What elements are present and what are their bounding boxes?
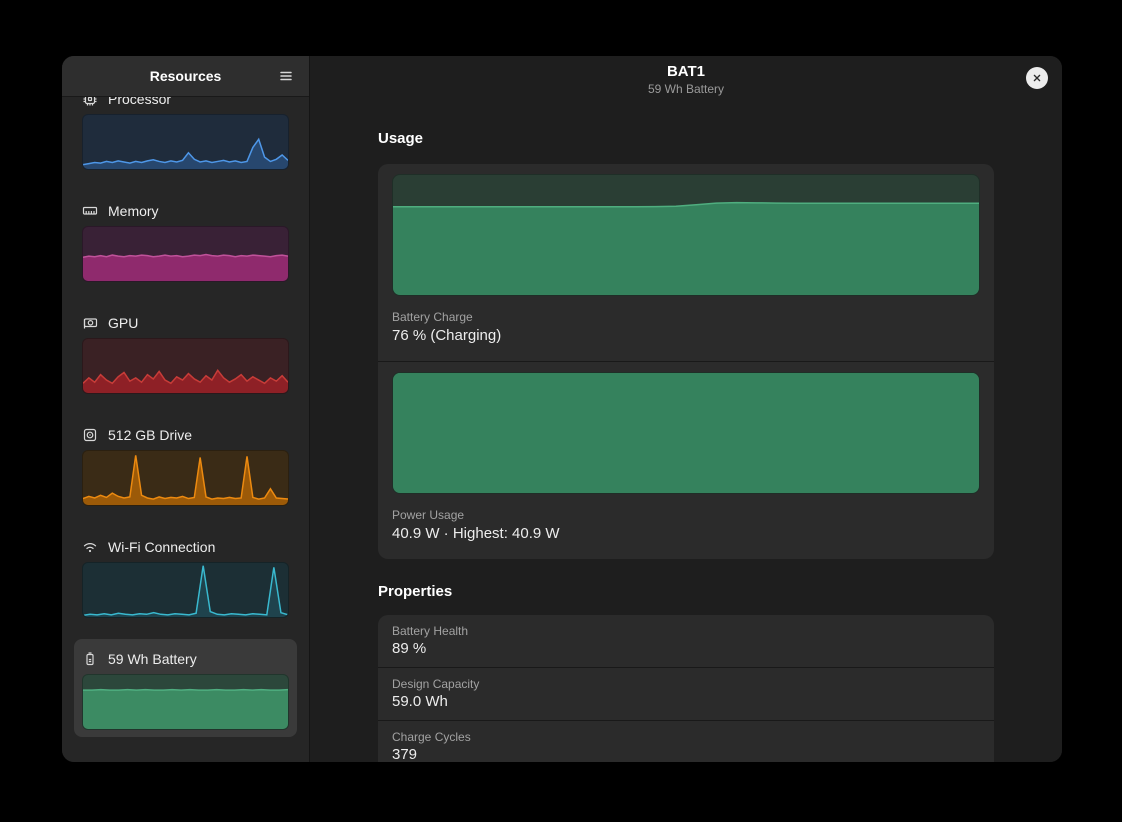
memory-mini-graph: [82, 226, 289, 282]
power-usage-tile: Power Usage 40.9 W · Highest: 40.9 W: [378, 361, 994, 559]
main-panel: BAT1 59 Wh Battery Usage Battery Charge …: [310, 56, 1062, 762]
memory-icon: [82, 203, 98, 219]
sidebar: Resources Processor: [62, 56, 310, 762]
drive-mini-graph: [82, 450, 289, 506]
property-value: 59.0 Wh: [392, 693, 980, 711]
sidebar-item-gpu[interactable]: GPU: [74, 303, 297, 401]
resources-window: Resources Processor: [62, 56, 1062, 762]
usage-section-heading: Usage: [378, 130, 994, 148]
app-title: Resources: [150, 68, 222, 84]
battery-charge-label: Battery Charge: [392, 310, 980, 324]
usage-card: Battery Charge 76 % (Charging) Power Usa…: [378, 164, 994, 559]
sidebar-device-list: Processor Memory: [62, 96, 309, 762]
sidebar-item-label: Wi-Fi Connection: [108, 539, 215, 555]
battery-detail-content: Usage Battery Charge 76 % (Charging) Pow…: [310, 112, 1062, 762]
power-usage-value: 40.9 W · Highest: 40.9 W: [392, 525, 980, 543]
properties-card: Battery Health 89 % Design Capacity 59.0…: [378, 615, 994, 762]
property-row-charge-cycles: Charge Cycles 379: [378, 720, 994, 762]
gpu-icon: [82, 315, 98, 331]
main-header: BAT1 59 Wh Battery: [310, 56, 1062, 112]
sidebar-item-label: Memory: [108, 203, 159, 219]
power-usage-label: Power Usage: [392, 508, 980, 522]
main-menu-button[interactable]: [271, 61, 301, 91]
sidebar-item-label: Processor: [108, 96, 171, 107]
page-subtitle: 59 Wh Battery: [310, 82, 1062, 97]
battery-charge-value: 76 % (Charging): [392, 327, 980, 345]
property-row-battery-health: Battery Health 89 %: [378, 615, 994, 667]
properties-section-heading: Properties: [378, 583, 994, 601]
battery-charge-graph: [392, 174, 980, 296]
processor-icon: [82, 96, 98, 107]
sidebar-item-label: 59 Wh Battery: [108, 651, 197, 667]
property-value: 89 %: [392, 640, 980, 658]
power-usage-graph: [392, 372, 980, 494]
wifi-icon: [82, 539, 98, 555]
battery-mini-graph: [82, 674, 289, 730]
wifi-mini-graph: [82, 562, 289, 618]
sidebar-item-memory[interactable]: Memory: [74, 191, 297, 289]
battery-charge-tile: Battery Charge 76 % (Charging): [378, 164, 994, 361]
sidebar-item-label: GPU: [108, 315, 138, 331]
property-label: Design Capacity: [392, 677, 980, 691]
sidebar-item-label: 512 GB Drive: [108, 427, 192, 443]
drive-icon: [82, 427, 98, 443]
close-button[interactable]: [1026, 67, 1048, 89]
property-value: 379: [392, 746, 980, 762]
battery-icon: [82, 651, 98, 667]
sidebar-item-battery[interactable]: 59 Wh Battery: [74, 639, 297, 737]
property-label: Charge Cycles: [392, 730, 980, 744]
sidebar-header: Resources: [62, 56, 309, 96]
property-row-design-capacity: Design Capacity 59.0 Wh: [378, 667, 994, 720]
processor-mini-graph: [82, 114, 289, 170]
sidebar-item-wifi[interactable]: Wi-Fi Connection: [74, 527, 297, 625]
hamburger-menu-icon: [278, 68, 294, 84]
sidebar-item-drive[interactable]: 512 GB Drive: [74, 415, 297, 513]
sidebar-item-processor[interactable]: Processor: [74, 96, 297, 177]
property-label: Battery Health: [392, 624, 980, 638]
gpu-mini-graph: [82, 338, 289, 394]
page-title: BAT1: [310, 63, 1062, 81]
close-icon: [1031, 72, 1043, 84]
